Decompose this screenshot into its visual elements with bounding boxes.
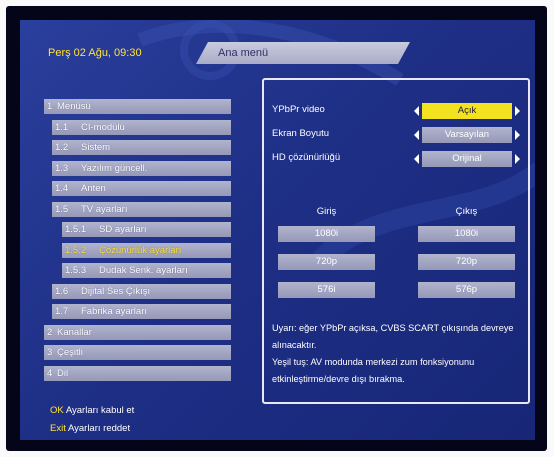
output-column-header: Çıkış <box>455 206 478 217</box>
arrow-right-icon[interactable] <box>515 106 520 116</box>
menu-item-label: CI-modülü <box>81 121 125 133</box>
info-green-key-line-2: etkinleştirme/devre dışı bırakma. <box>272 374 405 384</box>
setting-label-hd-resolution: HD çözünürlüğü <box>272 152 341 163</box>
arrow-right-icon[interactable] <box>515 154 520 164</box>
menu-item[interactable]: 1.7 Fabrika ayarları <box>52 304 231 319</box>
menu-item[interactable]: 3 Çeşitli <box>44 345 231 360</box>
input-resolution-1080i: 1080i <box>278 226 375 242</box>
menu-item-number: 1.3 <box>55 162 69 174</box>
menu-item-number: 1.7 <box>55 306 69 317</box>
tv-screen: Perş 02 Ağu, 09:30 Ana menü 1 Menüsü 1.1 CI… <box>20 20 535 440</box>
menu-item[interactable]: 1.2 Sistem <box>52 140 231 155</box>
menu-item-number: 1.5.2 <box>65 244 87 256</box>
datetime-display: Perş 02 Ağu, 09:30 <box>48 47 142 59</box>
exit-hint-text: Ayarları reddet <box>65 423 131 434</box>
exit-hint: Exit Ayarları reddet <box>50 423 130 434</box>
screen-size-selector[interactable]: Varsayılan <box>422 127 512 143</box>
setting-label-ypbpr: YPbPr video <box>272 104 325 115</box>
menu-item-label: TV ayarları <box>81 203 128 215</box>
menu-item-number: 1.2 <box>55 142 69 153</box>
menu-item[interactable]: 4 Dil <box>44 365 231 381</box>
menu-item-label: Dudak Senk. ayarları <box>99 265 188 276</box>
arrow-left-icon[interactable] <box>414 130 419 140</box>
info-warning-line-2: alınacaktır. <box>272 340 317 350</box>
menu-item-number: 1.5 <box>55 203 69 215</box>
menu-item-label: Sistem <box>81 142 111 153</box>
menu-item-number: 2 <box>47 326 53 338</box>
menu-item-number: 1.4 <box>55 183 69 194</box>
menu-item-label: Çözünürlük ayarları <box>99 244 182 256</box>
menu-item-number: 1.1 <box>55 121 69 133</box>
menu-item[interactable]: 1.6 Dijital Ses Çıkışı <box>52 283 231 299</box>
output-resolution-720p: 720p <box>418 254 515 270</box>
ypbpr-video-selector[interactable]: Açık <box>422 103 512 119</box>
menu-item-label: Kanallar <box>57 326 92 338</box>
menu-item-number: 1 <box>47 101 53 112</box>
menu-item[interactable]: 1.3 Yazılım güncell. <box>52 160 231 176</box>
menu-item-number: 1.6 <box>55 285 69 297</box>
output-resolution-1080i: 1080i <box>418 226 515 242</box>
info-green-key-line-1: Yeşil tuş: AV modunda merkezi zum fonksi… <box>272 357 475 367</box>
settings-panel: YPbPr video Açık Ekran Boyutu Varsayılan… <box>262 78 530 404</box>
menu-item[interactable]: 1.5 TV ayarları <box>52 201 231 217</box>
tv-frame: Perş 02 Ağu, 09:30 Ana menü 1 Menüsü 1.1 CI… <box>6 6 547 451</box>
menu-item[interactable]: 1.5.2 Çözünürlük ayarları <box>62 242 231 258</box>
menu-item-number: 1.5.1 <box>65 224 87 235</box>
setting-label-screen-size: Ekran Boyutu <box>272 128 330 139</box>
menu-item[interactable]: 2 Kanallar <box>44 324 231 340</box>
arrow-right-icon[interactable] <box>515 130 520 140</box>
menu-item-label: Çeşitli <box>57 347 83 358</box>
menu-item[interactable]: 1.5.1 SD ayarları <box>62 222 231 237</box>
menu-item[interactable]: 1.1 CI-modülü <box>52 119 231 135</box>
menu-item-number: 3 <box>47 347 53 358</box>
input-resolution-576i: 576i <box>278 282 375 298</box>
menu-item[interactable]: 1.4 Anten <box>52 181 231 196</box>
arrow-left-icon[interactable] <box>414 154 419 164</box>
input-column-header: Giriş <box>316 206 337 217</box>
menu-item[interactable]: 1.5.3 Dudak Senk. ayarları <box>62 263 231 278</box>
exit-key-label: Exit <box>50 423 66 434</box>
input-resolution-720p: 720p <box>278 254 375 270</box>
arrow-left-icon[interactable] <box>414 106 419 116</box>
ok-hint-text: Ayarları kabul et <box>63 405 135 416</box>
page-title: Ana menü <box>196 42 410 64</box>
menu-item-number: 1.5.3 <box>65 265 87 276</box>
menu-item-label: Yazılım güncell. <box>81 162 148 174</box>
menu-item-number: 4 <box>47 367 53 379</box>
ok-key-label: OK <box>50 405 64 416</box>
menu-item-label: Dil <box>57 367 69 379</box>
menu-item-label: Dijital Ses Çıkışı <box>81 285 151 297</box>
menu-item-label: Menüsü <box>57 101 91 112</box>
hd-resolution-selector[interactable]: Orijinal <box>422 151 512 167</box>
menu-item[interactable]: 1 Menüsü <box>44 99 231 114</box>
info-warning-line-1: Uyarı: eğer YPbPr açıksa, CVBS SCART çık… <box>272 323 514 333</box>
menu-item-label: Anten <box>81 183 106 194</box>
ok-hint: OK Ayarları kabul et <box>50 405 134 416</box>
menu-item-label: Fabrika ayarları <box>81 306 147 317</box>
menu-item-label: SD ayarları <box>99 224 147 235</box>
output-resolution-576p: 576p <box>418 282 515 298</box>
